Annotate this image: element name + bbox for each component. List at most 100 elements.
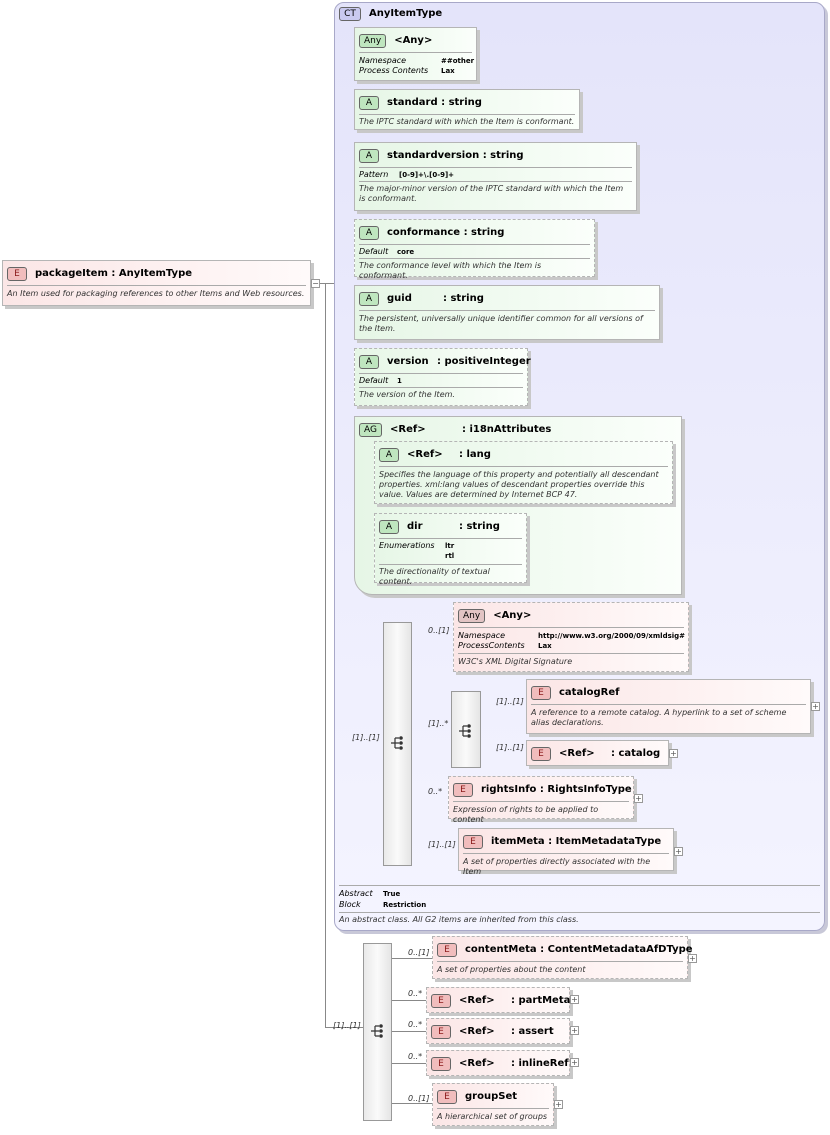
- attribute-type: : lang: [459, 449, 491, 460]
- expand-toggle[interactable]: +: [688, 954, 697, 963]
- attribute-version[interactable]: Aversion : positiveInteger Default 1 The v…: [354, 348, 531, 406]
- attribute-type: : string: [482, 150, 524, 161]
- attr-prop-default: Default 1: [359, 376, 402, 385]
- attribute-icon: A: [359, 355, 379, 369]
- cardinality-label: 0..*: [408, 989, 423, 998]
- element-icon: E: [463, 835, 483, 849]
- attribute-icon: A: [379, 520, 399, 534]
- any-icon: Any: [458, 609, 486, 623]
- attribute-lang[interactable]: A <Ref>: lang Specifies the language of t…: [374, 441, 673, 504]
- attribute-doc: The IPTC standard with which the Item is…: [359, 117, 575, 126]
- attribute-doc: The version of the Item.: [359, 390, 455, 399]
- element-doc: A set of properties directly associated …: [463, 857, 651, 876]
- root-element-box[interactable]: EpackageItem : AnyItemType An Item used …: [2, 260, 311, 306]
- attribute-name: guid: [387, 293, 412, 304]
- element-type: : partMeta: [511, 995, 571, 1006]
- element-assert[interactable]: E <Ref>: assert: [426, 1018, 570, 1044]
- attribute-name: dir: [407, 521, 423, 532]
- expand-toggle[interactable]: +: [669, 749, 678, 758]
- element-name: <Ref>: [459, 1026, 495, 1037]
- element-rightsInfo[interactable]: ErightsInfo : RightsInfoType Expression …: [448, 776, 634, 824]
- attribute-type: : positiveInteger: [437, 356, 531, 367]
- element-groupSet[interactable]: EgroupSet A hierarchical set of groups: [432, 1083, 554, 1126]
- element-type: : ContentMetadataAfDType: [540, 944, 693, 955]
- attribute-type: : string: [459, 521, 500, 532]
- cardinality-label: [1]..[1]: [496, 697, 524, 706]
- attr-prop-pattern: Pattern [0-9]+\.[0-9]+: [359, 170, 455, 179]
- element-name: <Ref>: [559, 748, 595, 759]
- attribute-icon: A: [359, 149, 379, 163]
- complex-type-title: AnyItemType: [369, 8, 443, 19]
- element-name: <Ref>: [459, 995, 495, 1006]
- cardinality-label: [1]..[1]: [428, 840, 456, 849]
- attribute-conformance[interactable]: Aconformance : string Default core The co…: [354, 219, 595, 280]
- attribute-icon: A: [359, 292, 379, 306]
- element-catalogRef[interactable]: EcatalogRef A reference to a remote cata…: [526, 679, 811, 734]
- collapse-toggle[interactable]: −: [311, 279, 320, 288]
- any-element-title: <Any>: [493, 610, 532, 621]
- attribute-doc: Specifies the language of this property …: [379, 470, 659, 499]
- element-badge-icon: E: [7, 267, 27, 281]
- element-contentMeta[interactable]: EcontentMeta : ContentMetadataAfDType A …: [432, 936, 693, 979]
- element-type: : inlineRef: [511, 1058, 569, 1069]
- attribute-icon: A: [359, 226, 379, 240]
- element-name: contentMeta: [465, 944, 537, 955]
- attribute-doc: The persistent, universally unique ident…: [359, 314, 643, 333]
- expand-toggle[interactable]: +: [634, 794, 643, 803]
- any-element-doc: W3C's XML Digital Signature: [458, 657, 573, 666]
- any-elem-process: ProcessContents Lax: [458, 641, 552, 650]
- element-partMeta[interactable]: E <Ref>: partMeta: [426, 987, 570, 1013]
- cardinality-label: [1]..[1]: [496, 743, 524, 752]
- expand-toggle[interactable]: +: [570, 1058, 579, 1067]
- attribute-guid[interactable]: Aguid: string The persistent, universall…: [354, 285, 660, 340]
- cardinality-label: 0..[1]: [428, 626, 450, 635]
- any-attr-process: Process Contents Lax: [359, 66, 455, 75]
- ct-prop-abstract: Abstract True: [339, 889, 401, 898]
- element-catalog[interactable]: E <Ref>: catalog: [526, 740, 669, 766]
- element-doc: A reference to a remote catalog. A hyper…: [531, 708, 787, 727]
- attribute-type: : string: [463, 227, 505, 238]
- element-name: itemMeta: [491, 836, 545, 847]
- attribute-dir[interactable]: Adir: string Enumerations ltr rtl The dir…: [374, 513, 527, 586]
- attribute-standard[interactable]: Astandard : string The IPTC standard wit…: [354, 89, 580, 130]
- expand-toggle[interactable]: +: [570, 1026, 579, 1035]
- expand-toggle[interactable]: +: [554, 1100, 563, 1109]
- cardinality-label: [1]..[1]: [333, 1021, 361, 1030]
- element-icon: E: [437, 943, 457, 957]
- attr-prop-enumerations: Enumerations ltr: [379, 541, 455, 550]
- cardinality-label: 0..*: [408, 1052, 423, 1061]
- attr-prop-default: Default core: [359, 247, 415, 256]
- element-icon: E: [531, 747, 551, 761]
- any-attribute-box[interactable]: Any <Any> Namespace ##other Process Conten…: [354, 27, 477, 81]
- sequence-icon: [370, 1023, 386, 1039]
- any-attribute-title: <Any>: [394, 35, 433, 46]
- attribute-name: standard: [387, 97, 438, 108]
- element-name: <Ref>: [459, 1058, 495, 1069]
- expand-toggle[interactable]: +: [570, 995, 579, 1004]
- any-element-box[interactable]: Any <Any> Namespace http://www.w3.org/2000…: [453, 602, 689, 672]
- element-inlineRef[interactable]: E <Ref>: inlineRef: [426, 1050, 570, 1076]
- element-doc: Expression of rights to be applied to co…: [453, 805, 599, 824]
- attribute-group-type: : i18nAttributes: [461, 424, 552, 435]
- attribute-doc: The conformance level with which the Ite…: [359, 261, 542, 280]
- choice-icon: [458, 723, 474, 739]
- cardinality-label: [1]..*: [428, 719, 449, 728]
- attribute-name: standardversion: [387, 150, 480, 161]
- cardinality-label: 0..[1]: [408, 1094, 430, 1103]
- attribute-group-name: <Ref>: [389, 424, 426, 435]
- element-doc: A set of properties about the content: [437, 965, 586, 974]
- attribute-standardversion[interactable]: Astandardversion : string Pattern [0-9]+\…: [354, 142, 637, 211]
- element-icon: E: [453, 783, 473, 797]
- attribute-icon: A: [379, 448, 399, 462]
- element-itemMeta[interactable]: EitemMeta : ItemMetadataType A set of pr…: [458, 828, 674, 876]
- attr-prop-enum-rtl: rtl: [445, 552, 455, 560]
- element-name: catalogRef: [559, 687, 620, 698]
- attribute-name: version: [387, 356, 429, 367]
- attribute-name: conformance: [387, 227, 461, 238]
- element-name: rightsInfo: [481, 784, 537, 795]
- root-element-title: packageItem : AnyItemType: [35, 268, 193, 279]
- expand-toggle[interactable]: +: [674, 847, 683, 856]
- expand-toggle[interactable]: +: [811, 702, 820, 711]
- any-attr-namespace: Namespace ##other: [359, 56, 475, 65]
- element-name: groupSet: [465, 1091, 518, 1102]
